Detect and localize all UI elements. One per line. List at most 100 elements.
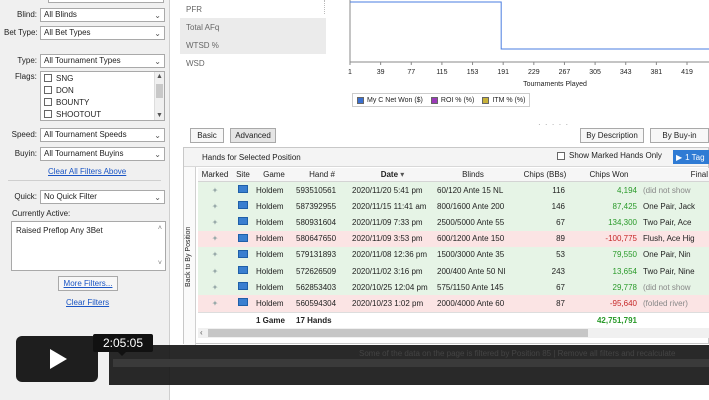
marked-cell[interactable]: ✦ bbox=[198, 202, 232, 211]
col-blinds[interactable]: Blinds bbox=[435, 170, 511, 179]
blinds-cell: 800/1600 Ante 200 bbox=[437, 201, 505, 211]
flag-item-sng[interactable]: SNG bbox=[41, 72, 164, 84]
final-cell: One Pair, Nin bbox=[643, 250, 691, 260]
quick-dropdown[interactable]: No Quick Filter ⌄ bbox=[40, 189, 165, 204]
totals-row: 1 Game 17 Hands 42,751,791 bbox=[198, 311, 709, 328]
table-row[interactable]: ✦ Holdem 579131893 2020/11/08 12:36 pm 1500/… bbox=[198, 246, 709, 263]
video-progress-bar[interactable]: Some of the data on the page is filtered… bbox=[109, 345, 709, 385]
table-row[interactable]: ✦ Holdem 560594304 2020/10/23 1:02 pm 2000/4… bbox=[198, 295, 709, 312]
table-row[interactable]: ✦ Holdem 593510561 2020/11/20 5:41 pm 60/120… bbox=[198, 182, 709, 199]
legend-swatch bbox=[430, 96, 438, 104]
col-date[interactable]: Date ▾ bbox=[350, 170, 435, 179]
play-button[interactable] bbox=[16, 336, 98, 382]
type-dropdown[interactable]: All Tournament Types ⌄ bbox=[40, 53, 165, 68]
col-hand-number[interactable]: Hand # bbox=[294, 170, 350, 179]
chevron-up-icon[interactable]: ˄ bbox=[158, 225, 162, 232]
flag-item-bounty[interactable]: BOUNTY bbox=[41, 96, 164, 108]
checkbox[interactable] bbox=[44, 98, 52, 106]
marker-icon[interactable]: ✦ bbox=[211, 250, 219, 259]
marker-icon[interactable]: ✦ bbox=[211, 283, 219, 292]
scroll-thumb[interactable] bbox=[208, 329, 588, 337]
tab-basic[interactable]: Basic bbox=[190, 128, 224, 143]
marked-cell[interactable]: ✦ bbox=[198, 186, 232, 195]
by-buyin-button[interactable]: By Buy-in bbox=[650, 128, 709, 143]
x-tick-label: 77 bbox=[407, 69, 415, 76]
marker-icon[interactable]: ✦ bbox=[211, 234, 219, 243]
flags-list[interactable]: SNG DON BOUNTY SHOOTOUT ▲ ▼ bbox=[40, 71, 165, 121]
marker-icon[interactable]: ✦ bbox=[211, 202, 219, 211]
x-tick-label: 115 bbox=[436, 69, 447, 76]
x-tick-label: 381 bbox=[651, 69, 663, 76]
site-icon bbox=[238, 282, 248, 291]
marked-cell[interactable]: ✦ bbox=[198, 267, 232, 276]
checkbox[interactable] bbox=[44, 86, 52, 94]
table-row[interactable]: ✦ Holdem 580931604 2020/11/09 7:33 pm 2500/5… bbox=[198, 214, 709, 231]
flag-item-don[interactable]: DON bbox=[41, 84, 164, 96]
clear-all-above-link[interactable]: Clear All Filters Above bbox=[48, 167, 126, 176]
more-filters-button[interactable]: More Filters... bbox=[58, 276, 118, 291]
table-row[interactable]: ✦ Holdem 587392955 2020/11/15 11:41 am 800/1… bbox=[198, 198, 709, 215]
chevron-down-icon[interactable]: ˅ bbox=[158, 260, 162, 267]
show-marked-toggle[interactable]: Show Marked Hands Only bbox=[557, 151, 662, 160]
table-hscrollbar[interactable]: ‹ bbox=[198, 328, 709, 338]
top-cut-dropdown[interactable] bbox=[48, 0, 164, 3]
date-cell: 2020/11/08 12:36 pm bbox=[352, 250, 428, 260]
col-chips-won[interactable]: Chips Won bbox=[579, 170, 639, 179]
table-row[interactable]: ✦ Holdem 572626509 2020/11/02 3:16 pm 200/40… bbox=[198, 262, 709, 280]
table-row[interactable]: ✦ Holdem 580647650 2020/11/09 3:53 pm 600/12… bbox=[198, 230, 709, 247]
scroll-thumb[interactable] bbox=[156, 84, 163, 98]
final-cell: (folded river) bbox=[643, 298, 688, 308]
currently-active-box[interactable]: Raised Preflop Any 3Bet ˄ ˅ bbox=[11, 221, 166, 271]
date-cell: 2020/10/25 12:04 pm bbox=[352, 282, 428, 292]
marker-icon[interactable]: ✦ bbox=[211, 267, 219, 276]
tab-advanced[interactable]: Advanced bbox=[230, 128, 276, 143]
col-site[interactable]: Site bbox=[232, 170, 254, 179]
marked-cell[interactable]: ✦ bbox=[198, 250, 232, 259]
checkbox[interactable] bbox=[44, 110, 52, 118]
blind-dropdown[interactable]: All Blinds ⌄ bbox=[40, 7, 165, 22]
checkbox[interactable] bbox=[44, 74, 52, 82]
chips-won-cell: 134,300 bbox=[608, 217, 637, 227]
scroll-up-icon[interactable]: ▲ bbox=[155, 72, 164, 81]
clear-filters-link[interactable]: Clear Filters bbox=[66, 298, 109, 307]
col-final[interactable]: Final bbox=[639, 170, 709, 179]
bet-type-dropdown[interactable]: All Bet Types ⌄ bbox=[40, 25, 165, 40]
game-cell: Holdem bbox=[256, 201, 284, 211]
marked-cell[interactable]: ✦ bbox=[198, 299, 232, 308]
hands-grid: Marked Site Game Hand # Date ▾ Blinds Ch… bbox=[198, 168, 709, 328]
scroll-down-icon[interactable]: ▼ bbox=[155, 111, 164, 120]
marker-icon[interactable]: ✦ bbox=[211, 299, 219, 308]
by-description-button[interactable]: By Description bbox=[580, 128, 644, 143]
marked-cell[interactable]: ✦ bbox=[198, 234, 232, 243]
progress-track[interactable] bbox=[113, 359, 709, 367]
buyin-dropdown[interactable]: All Tournament Buyins ⌄ bbox=[40, 146, 165, 161]
tag-button[interactable]: ▶ 1 Tag bbox=[673, 150, 709, 164]
col-marked[interactable]: Marked bbox=[198, 170, 232, 179]
col-game[interactable]: Game bbox=[254, 170, 294, 179]
flag-item-shootout[interactable]: SHOOTOUT bbox=[41, 108, 164, 120]
checkbox[interactable] bbox=[557, 151, 565, 160]
marked-cell[interactable]: ✦ bbox=[198, 218, 232, 227]
date-cell: 2020/11/09 3:53 pm bbox=[352, 234, 423, 244]
chips-won-cell: 79,550 bbox=[612, 250, 637, 260]
blinds-cell: 600/1200 Ante 150 bbox=[437, 234, 505, 244]
table-row[interactable]: ✦ Holdem 562853403 2020/10/25 12:04 pm 575/1… bbox=[198, 279, 709, 296]
game-cell: Holdem bbox=[256, 266, 284, 276]
back-to-position-tab[interactable]: Back to By Position bbox=[184, 167, 196, 345]
site-icon bbox=[238, 298, 248, 307]
chips-won-cell: 13,654 bbox=[612, 266, 637, 276]
flags-scrollbar[interactable]: ▲ ▼ bbox=[154, 72, 164, 120]
x-tick-label: 1 bbox=[348, 69, 352, 76]
marked-cell[interactable]: ✦ bbox=[198, 283, 232, 292]
marker-icon[interactable]: ✦ bbox=[211, 186, 219, 195]
more-filters-label: More Filters... bbox=[63, 279, 113, 288]
marker-icon[interactable]: ✦ bbox=[211, 218, 219, 227]
site-cell bbox=[232, 201, 254, 211]
x-tick-label: 229 bbox=[528, 69, 540, 76]
speed-dropdown[interactable]: All Tournament Speeds ⌄ bbox=[40, 127, 165, 142]
site-icon bbox=[238, 249, 248, 258]
splitter-grip[interactable]: · · · · · bbox=[538, 120, 569, 129]
scroll-left-icon[interactable]: ‹ bbox=[200, 328, 203, 337]
col-chips-bbs[interactable]: Chips (BBs) bbox=[511, 170, 579, 179]
splitter[interactable] bbox=[324, 0, 330, 14]
